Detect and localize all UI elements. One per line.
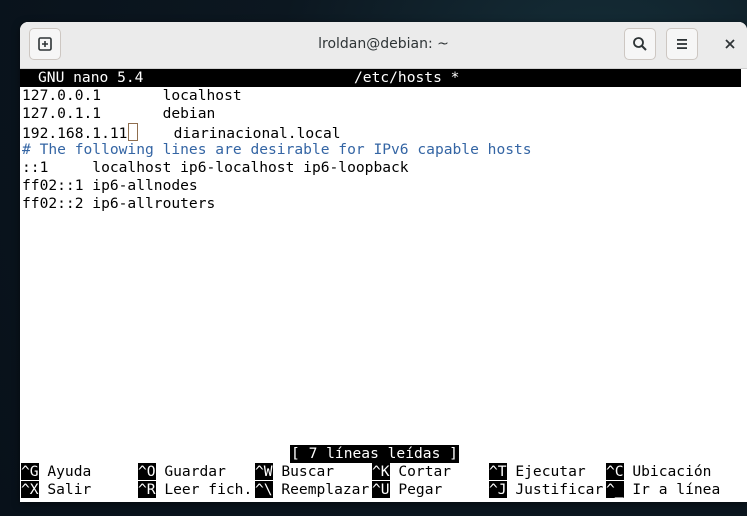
text-cursor [128,123,139,141]
file-line: ff02::1 ip6-allnodes [22,177,198,194]
file-line: 192.168.1.11 diarinacional.local [22,123,341,142]
desktop-background: lroldan@debian: ~ GNU nano 5.4 /etc/host… [0,0,747,516]
shortcut-key: ^O [138,463,156,480]
search-button[interactable] [624,28,656,60]
shortcut-label: Ir a línea [623,481,721,498]
new-tab-icon [38,37,52,51]
shortcut-label: Ubicación [623,463,712,480]
shortcut-key: ^K [372,463,390,480]
terminal-area[interactable]: GNU nano 5.4 /etc/hosts * 127.0.0.1 loca… [20,69,747,502]
shortcut-justificar[interactable]: ^J Justificar [489,481,603,499]
new-tab-button[interactable] [29,28,61,60]
shortcut-key: ^X [21,481,39,498]
shortcut-leer-fich[interactable]: ^R Leer fich. [138,481,252,499]
close-icon [725,39,735,49]
shortcut-key: ^R [138,481,156,498]
terminal-window: lroldan@debian: ~ GNU nano 5.4 /etc/host… [20,22,747,502]
shortcut-key: ^W [255,463,273,480]
shortcut-key: ^T [489,463,507,480]
close-button[interactable] [714,28,746,60]
status-message: [ 7 líneas leídas ] [290,445,459,463]
shortcut-key: ^C [606,463,624,480]
shortcut-ayuda[interactable]: ^G Ayuda [21,463,91,481]
shortcut-ubicacion[interactable]: ^C Ubicación [606,463,711,481]
shortcut-salir[interactable]: ^X Salir [21,481,91,499]
shortcut-buscar[interactable]: ^W Buscar [255,463,334,481]
nano-header-bar: GNU nano 5.4 /etc/hosts * [20,69,741,87]
shortcut-label: Ayuda [38,463,92,480]
shortcut-label: Justificar [506,481,604,498]
search-icon [633,37,647,51]
shortcut-pegar[interactable]: ^U Pegar [372,481,442,499]
shortcut-key: ^J [489,481,507,498]
shortcut-ir-a-linea[interactable]: ^_ Ir a línea [606,481,720,499]
nano-filename: /etc/hosts * [354,69,460,86]
shortcut-key: ^_ [606,481,624,498]
title-bar: lroldan@debian: ~ [20,22,747,69]
shortcut-guardar[interactable]: ^O Guardar [138,463,226,481]
shortcut-label: Salir [38,481,92,498]
shortcut-key: ^\ [255,481,273,498]
shortcut-label: Ejecutar [506,463,586,480]
nano-version: GNU nano 5.4 [38,69,144,86]
file-line: 127.0.0.1 localhost [22,87,242,104]
hamburger-menu-icon [677,39,687,49]
shortcut-label: Leer fich. [155,481,253,498]
shortcut-label: Guardar [155,463,226,480]
shortcut-reemplazar[interactable]: ^\ Reemplazar [255,481,369,499]
file-line: ff02::2 ip6-allrouters [22,195,216,212]
file-comment-line: # The following lines are desirable for … [22,141,532,158]
menu-button[interactable] [666,28,698,60]
shortcut-label: Pegar [389,481,443,498]
shortcut-label: Buscar [272,463,335,480]
shortcut-label: Reemplazar [272,481,370,498]
shortcut-label: Cortar [389,463,452,480]
shortcut-ejecutar[interactable]: ^T Ejecutar [489,463,586,481]
file-line: 127.0.1.1 debian [22,105,216,122]
file-line: ::1 localhost ip6-localhost ip6-loopback [22,159,409,176]
file-line-text: diarinacional.local [138,125,341,142]
shortcut-cortar[interactable]: ^K Cortar [372,463,451,481]
shortcut-key: ^G [21,463,39,480]
shortcut-key: ^U [372,481,390,498]
file-line-text: 192.168.1.11 [22,125,128,142]
